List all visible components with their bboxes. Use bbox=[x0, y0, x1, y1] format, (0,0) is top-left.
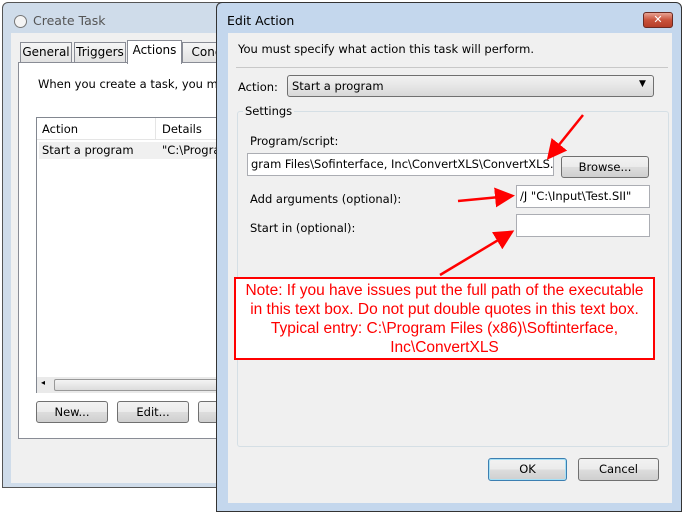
tab-actions[interactable]: Actions bbox=[127, 40, 182, 64]
arrow-arguments bbox=[457, 187, 515, 208]
annotation-arrows bbox=[439, 114, 584, 277]
arrow-program bbox=[546, 114, 584, 160]
arrow-start-in bbox=[439, 230, 515, 277]
